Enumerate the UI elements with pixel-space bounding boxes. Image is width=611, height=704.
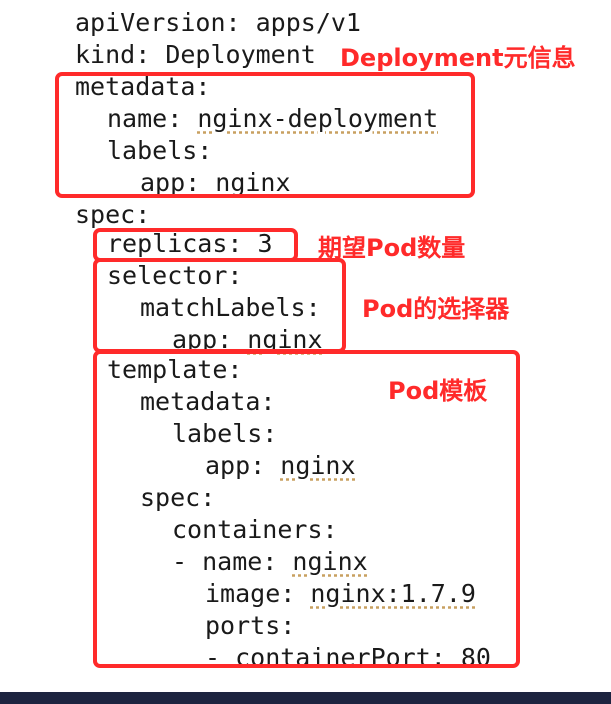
pod-selector-annotation: Pod的选择器 [362, 295, 510, 323]
yaml-line-spec: spec: [75, 200, 150, 230]
metadata-highlight-box [55, 72, 475, 198]
yaml-value: Deployment [165, 40, 316, 69]
yaml-key: apiVersion: [75, 8, 256, 37]
yaml-key: spec: [75, 200, 151, 229]
selector-highlight-box [93, 258, 346, 353]
yaml-key: kind: [75, 40, 166, 69]
yaml-value: apps/v1 [255, 8, 361, 37]
yaml-line-apiversion: apiVersion: apps/v1 [75, 8, 361, 38]
footer-bar [0, 692, 611, 704]
yaml-line-kind: kind: Deployment [75, 40, 316, 70]
replicas-highlight-box [93, 228, 298, 262]
expected-pods-annotation: 期望Pod数量 [318, 234, 466, 262]
yaml-annotated-figure: apiVersion: apps/v1 kind: Deployment met… [0, 0, 611, 704]
deployment-meta-annotation: Deployment元信息 [340, 44, 576, 72]
pod-template-annotation: Pod模板 [388, 377, 488, 405]
